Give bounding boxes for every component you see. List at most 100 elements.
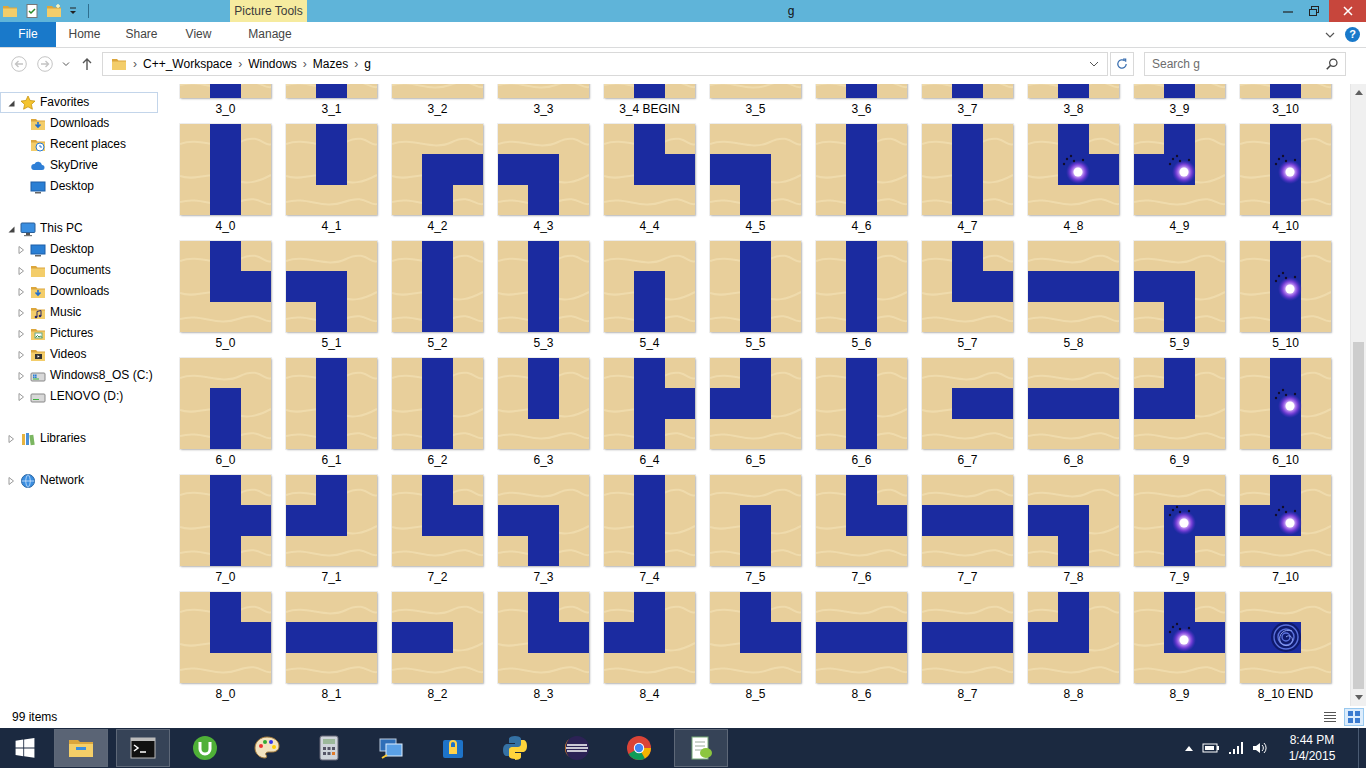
clock-date[interactable]: 1/4/2015 — [1280, 748, 1344, 764]
eclipse-icon[interactable] — [563, 734, 591, 762]
taskbar-button-frame[interactable] — [612, 729, 666, 767]
volume-icon[interactable] — [1252, 741, 1268, 755]
expanded-arrow-icon[interactable] — [6, 224, 16, 234]
address-bar[interactable]: ›C++_Workspace›Windows›Mazes›g — [102, 52, 1108, 76]
downloads-icon[interactable] — [30, 284, 46, 300]
maze-tile-thumbnail[interactable] — [604, 592, 695, 683]
chrome-icon[interactable] — [625, 734, 653, 762]
file-item[interactable]: 3_2 — [392, 84, 483, 124]
signal-icon[interactable] — [1228, 741, 1244, 755]
maze-tile-thumbnail[interactable] — [498, 84, 589, 98]
file-name[interactable]: 5_0 — [215, 335, 235, 351]
maze-tile-thumbnail[interactable] — [286, 241, 377, 332]
search-input[interactable] — [1152, 57, 1325, 72]
taskbar-button-frame[interactable] — [302, 729, 356, 767]
file-name[interactable]: 3_9 — [1169, 101, 1189, 117]
taskbar-button-highlight[interactable] — [489, 730, 541, 766]
file-name[interactable]: 6_6 — [851, 452, 871, 468]
expander[interactable] — [15, 392, 27, 402]
collapsed-arrow-icon[interactable] — [16, 350, 26, 360]
file-name[interactable]: 3_0 — [215, 101, 235, 117]
collapsed-arrow-icon[interactable] — [16, 287, 26, 297]
ribbon-tab[interactable]: View — [170, 22, 227, 47]
libraries-icon[interactable] — [20, 431, 36, 447]
file-name[interactable]: 4_0 — [215, 218, 235, 234]
collapsed-arrow-icon[interactable] — [16, 371, 26, 381]
maze-tile-thumbnail[interactable] — [1134, 592, 1225, 683]
file-item[interactable]: 5_10 — [1240, 241, 1331, 358]
file-item[interactable]: 6_5 — [710, 358, 801, 475]
taskbar-button[interactable] — [298, 728, 360, 768]
taskbar-button[interactable] — [546, 728, 608, 768]
properties-icon[interactable] — [24, 3, 40, 19]
file-name[interactable]: 8_5 — [745, 686, 765, 702]
taskbar-button[interactable] — [174, 728, 236, 768]
expander[interactable] — [15, 266, 27, 276]
file-name[interactable]: 6_7 — [957, 452, 977, 468]
maze-tile-thumbnail[interactable] — [710, 84, 801, 98]
file-item[interactable]: 7_8 — [1028, 475, 1119, 592]
file-item[interactable]: 8_7 — [922, 592, 1013, 706]
expander[interactable] — [5, 98, 17, 108]
file-name[interactable]: 6_8 — [1063, 452, 1083, 468]
maze-tile-thumbnail[interactable] — [392, 592, 483, 683]
nav-item[interactable]: Desktop — [0, 239, 158, 260]
maze-tile-thumbnail[interactable] — [604, 475, 695, 566]
file-name[interactable]: 6_0 — [215, 452, 235, 468]
breadcrumb-segment[interactable]: Mazes — [313, 57, 348, 72]
file-item[interactable]: 5_7 — [922, 241, 1013, 358]
maze-tile-thumbnail[interactable] — [710, 592, 801, 683]
file-item[interactable]: 3_5 — [710, 84, 801, 124]
disk-icon[interactable] — [30, 389, 46, 405]
file-item[interactable]: 8_1 — [286, 592, 377, 706]
explorer-icon[interactable] — [67, 734, 95, 762]
maze-tile-thumbnail[interactable] — [710, 241, 801, 332]
file-item[interactable]: 3_1 — [286, 84, 377, 124]
file-item[interactable]: 8_9 — [1134, 592, 1225, 706]
maze-tile-thumbnail[interactable] — [498, 124, 589, 215]
file-name[interactable]: 8_2 — [427, 686, 447, 702]
scroll-thumb[interactable] — [1353, 342, 1364, 689]
taskbar-button-frame[interactable] — [116, 729, 170, 767]
maze-tile-thumbnail[interactable] — [1240, 475, 1331, 566]
taskbar-button[interactable] — [112, 728, 174, 768]
file-item[interactable]: 5_3 — [498, 241, 589, 358]
file-item[interactable]: 6_6 — [816, 358, 907, 475]
expander[interactable] — [5, 224, 17, 234]
pictures-icon[interactable] — [30, 326, 46, 342]
file-name[interactable]: 5_2 — [427, 335, 447, 351]
maze-tile-thumbnail[interactable] — [1134, 475, 1225, 566]
file-name[interactable]: 5_8 — [1063, 335, 1083, 351]
taskbar-button-frame[interactable] — [54, 729, 108, 767]
maze-tile-thumbnail[interactable] — [1134, 241, 1225, 332]
nav-item-label[interactable]: Pictures — [50, 326, 93, 341]
search-icon[interactable] — [1325, 57, 1339, 71]
taskbar-button-highlight[interactable] — [55, 730, 107, 766]
collapsed-arrow-icon[interactable] — [16, 392, 26, 402]
downloads-icon[interactable] — [30, 116, 46, 132]
expander[interactable] — [5, 476, 17, 486]
file-name[interactable]: 7_0 — [215, 569, 235, 585]
maze-tile-thumbnail[interactable] — [180, 592, 271, 683]
drive-icon[interactable] — [30, 368, 46, 384]
nav-item-label[interactable]: This PC — [40, 221, 83, 236]
maze-tile-thumbnail[interactable] — [498, 475, 589, 566]
maze-tile-thumbnail[interactable] — [922, 241, 1013, 332]
file-name[interactable]: 3_1 — [321, 101, 341, 117]
file-item[interactable]: 5_8 — [1028, 241, 1119, 358]
ribbon-tab[interactable]: Share — [113, 22, 170, 47]
nav-item-label[interactable]: Favorites — [40, 95, 89, 110]
customize-dropdown-icon[interactable] — [68, 3, 78, 19]
forward-arrow-icon[interactable] — [37, 56, 53, 72]
recent-button[interactable] — [58, 52, 74, 76]
maze-tile-thumbnail[interactable] — [604, 241, 695, 332]
file-item[interactable]: 4_3 — [498, 124, 589, 241]
file-item[interactable]: 7_9 — [1134, 475, 1225, 592]
close-icon[interactable] — [1343, 6, 1353, 16]
taskbar-button[interactable] — [360, 728, 422, 768]
file-name[interactable]: 6_9 — [1169, 452, 1189, 468]
file-name[interactable]: 6_2 — [427, 452, 447, 468]
nav-item-label[interactable]: Videos — [50, 347, 86, 362]
maze-tile-thumbnail[interactable] — [1240, 241, 1331, 332]
paint-icon[interactable] — [253, 734, 281, 762]
